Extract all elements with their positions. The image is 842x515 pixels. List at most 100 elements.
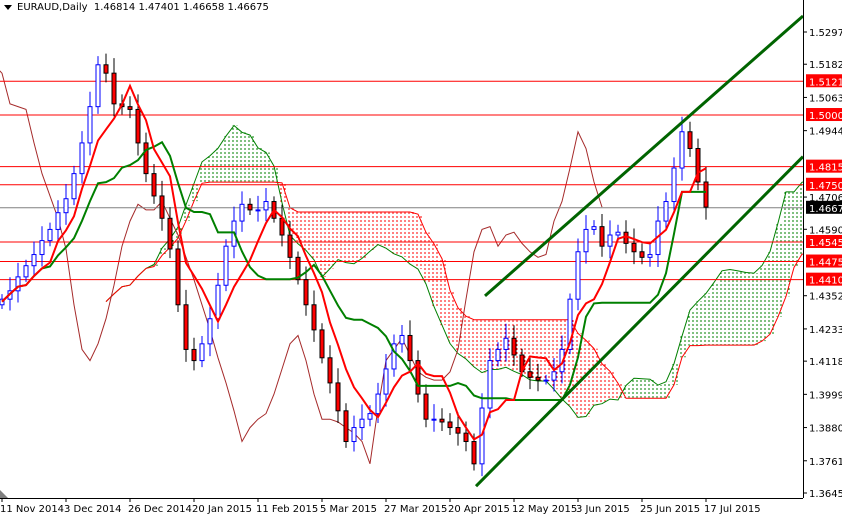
bearish-candle <box>447 421 453 429</box>
bearish-candle <box>639 251 645 258</box>
bullish-candle <box>583 228 589 253</box>
cloud-segment <box>294 212 302 244</box>
bearish-candle <box>191 348 197 362</box>
bearish-candle <box>183 304 189 350</box>
cloud-segment <box>646 379 654 399</box>
cloud-segment <box>350 212 358 264</box>
bearish-candle <box>471 441 477 465</box>
date-tick-label: 20 Jan 2015 <box>192 504 252 515</box>
date-tick-label: 3 Jun 2015 <box>576 504 630 515</box>
cloud-segment <box>206 155 214 183</box>
bearish-candle <box>703 181 709 208</box>
bearish-candle <box>327 357 333 384</box>
cloud-segment <box>662 381 670 399</box>
bearish-candle <box>151 173 157 197</box>
cloud-segment <box>774 223 782 317</box>
date-tick-label: 26 Dec 2014 <box>128 504 192 515</box>
bullish-candle <box>55 212 61 230</box>
cloud-segment <box>750 273 758 346</box>
cloud-segment <box>238 132 246 183</box>
cloud-segment <box>390 212 398 254</box>
bearish-candle <box>407 334 413 362</box>
cloud-segment <box>398 212 406 257</box>
bearish-candle <box>687 131 693 150</box>
bullish-candle <box>31 254 37 267</box>
bearish-candle <box>127 106 133 110</box>
bullish-candle <box>375 393 381 415</box>
bullish-candle <box>607 234 613 247</box>
bullish-candle <box>223 245 229 286</box>
bullish-candle <box>351 427 357 443</box>
cloud-segment <box>246 135 254 183</box>
bullish-candle <box>199 343 205 362</box>
bullish-candle <box>79 142 85 175</box>
cloud-segment <box>622 385 630 399</box>
bullish-candle <box>359 418 365 429</box>
date-tick-label: 11 Nov 2014 <box>0 504 64 515</box>
cloud-segment <box>430 243 438 307</box>
cloud-segment <box>798 182 803 255</box>
price-tick-label: 1.43525 <box>809 292 842 303</box>
cloud-segment <box>358 212 366 259</box>
bullish-candle <box>495 348 501 362</box>
bullish-candle <box>207 318 213 345</box>
date-tick-label: 12 May 2015 <box>512 504 577 515</box>
level-price-label: 1.47500 <box>809 181 842 192</box>
bearish-candle <box>111 72 117 105</box>
price-tick-label: 1.37610 <box>809 457 842 468</box>
bullish-candle <box>551 371 557 381</box>
cloud-segment <box>342 212 350 263</box>
cloud-segment <box>478 319 486 373</box>
bullish-candle <box>503 337 509 350</box>
price-tick-label: 1.52975 <box>809 28 842 39</box>
cloud-segment <box>382 212 390 249</box>
bullish-candle <box>63 198 69 214</box>
bullish-candle <box>71 173 77 200</box>
bullish-candle <box>399 334 405 345</box>
cloud-segment <box>734 270 742 346</box>
cloud-segment <box>726 269 734 346</box>
cloud-segment <box>462 316 470 360</box>
cloud-segment <box>254 147 262 183</box>
bearish-candle <box>535 376 541 381</box>
date-tick-label: 20 Apr 2015 <box>448 504 510 515</box>
cloud-segment <box>598 363 606 404</box>
bearish-candle <box>439 418 445 423</box>
price-tick-label: 1.50630 <box>809 93 842 104</box>
cloud-segment <box>326 212 334 269</box>
cloud-segment <box>686 310 694 346</box>
price-tick-label: 1.51820 <box>809 60 842 71</box>
bullish-candle <box>367 413 373 420</box>
bearish-candle <box>511 337 517 356</box>
bullish-candle <box>47 228 53 242</box>
bullish-candle <box>671 167 677 203</box>
cloud-segment <box>422 232 430 284</box>
level-price-label: 1.48150 <box>809 163 842 174</box>
cloud-segment <box>318 212 326 277</box>
cloud-segment <box>542 319 550 381</box>
bullish-candle <box>543 379 549 382</box>
bullish-candle <box>679 131 685 169</box>
date-tick-label: 11 Feb 2015 <box>256 504 318 515</box>
date-tick-label: 27 Mar 2015 <box>384 504 447 515</box>
price-tick-label: 1.36455 <box>809 489 842 500</box>
bullish-candle <box>23 265 29 278</box>
senkou-span-b <box>105 181 803 399</box>
cloud-segment <box>230 125 238 183</box>
price-tick-label: 1.38800 <box>809 424 842 435</box>
price-chart[interactable]: 1.529751.518201.506301.494401.470601.459… <box>0 0 842 515</box>
cloud-segment <box>614 383 622 400</box>
cloud-segment <box>590 348 598 406</box>
bullish-candle <box>663 201 669 222</box>
cloud-segment <box>766 251 774 335</box>
cloud-segment <box>470 319 478 367</box>
bearish-candle <box>463 432 469 443</box>
level-price-label: 1.51210 <box>809 77 842 88</box>
cloud-segment <box>790 191 798 268</box>
bearish-candle <box>135 108 141 144</box>
cloud-segment <box>334 212 342 260</box>
bullish-candle <box>615 231 621 236</box>
cloud-segment <box>214 148 222 183</box>
bearish-candle <box>599 226 605 247</box>
cloud-segment <box>654 385 662 399</box>
